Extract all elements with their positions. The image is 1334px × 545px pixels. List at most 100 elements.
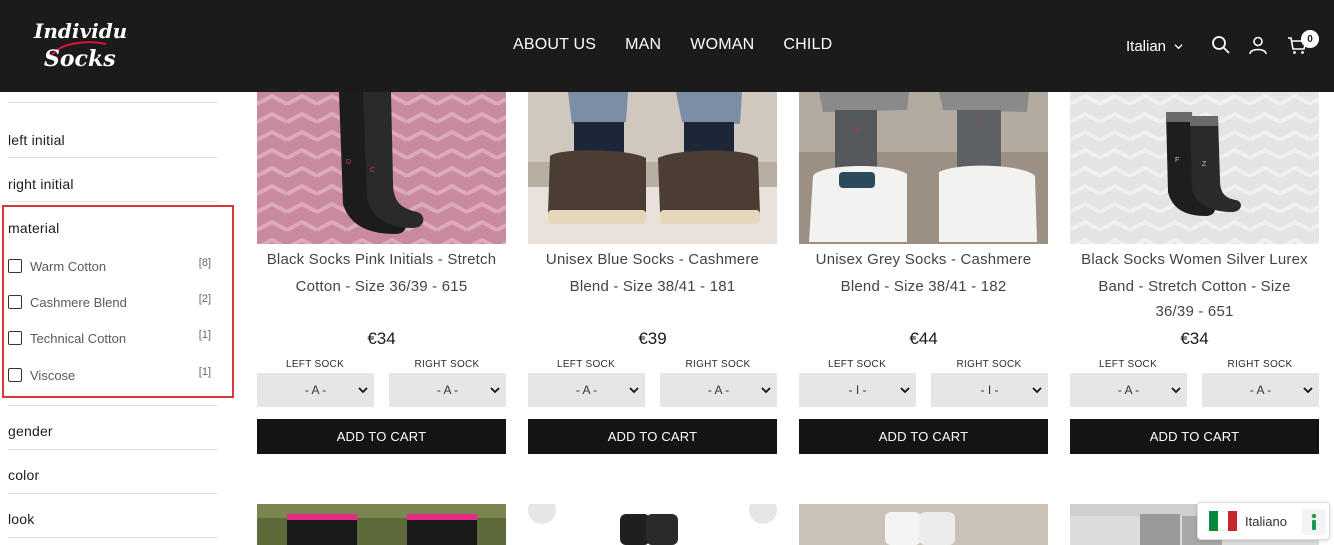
material-option-count: [1] bbox=[198, 329, 211, 341]
left-sock-label: LEFT SOCK bbox=[556, 359, 616, 370]
language-selector[interactable]: Italian bbox=[1126, 38, 1183, 55]
filter-right-initial[interactable]: right initial bbox=[8, 176, 74, 192]
checkbox[interactable] bbox=[8, 331, 22, 345]
filter-color[interactable]: color bbox=[8, 467, 39, 483]
chevron-down-icon bbox=[1171, 387, 1181, 394]
chevron-down-icon bbox=[1032, 387, 1042, 394]
divider bbox=[8, 157, 218, 158]
right-sock-value: - A - bbox=[707, 383, 730, 397]
product-image[interactable] bbox=[799, 504, 1048, 545]
chevron-down-icon bbox=[358, 387, 368, 394]
chevron-down-icon bbox=[1303, 387, 1313, 394]
svg-text:F: F bbox=[1175, 157, 1179, 164]
add-to-cart-button[interactable]: ADD TO CART bbox=[528, 419, 777, 454]
right-sock-select[interactable]: - A - bbox=[1202, 373, 1319, 407]
nav-about-us[interactable]: ABOUT US bbox=[513, 36, 596, 54]
left-sock-select[interactable]: - A - bbox=[528, 373, 645, 407]
filter-gender[interactable]: gender bbox=[8, 423, 53, 439]
left-sock-value: - I - bbox=[848, 383, 867, 397]
product-image[interactable]: D C bbox=[257, 92, 506, 244]
product-title[interactable]: Unisex Grey Socks - Cashmere Blend - Siz… bbox=[799, 246, 1048, 300]
checkbox[interactable] bbox=[8, 295, 22, 309]
info-icon[interactable] bbox=[1302, 509, 1326, 535]
account-icon[interactable] bbox=[1248, 35, 1268, 55]
material-option-label: Viscose bbox=[30, 368, 76, 383]
left-sock-label: LEFT SOCK bbox=[1098, 359, 1158, 370]
divider bbox=[8, 201, 218, 202]
right-sock-value: - A - bbox=[436, 383, 459, 397]
product-title-line: Band - Stretch Cotton - Size bbox=[1098, 278, 1291, 295]
material-option-label: Technical Cotton bbox=[30, 331, 127, 346]
product-title-line: Blend - Size 38/41 - 182 bbox=[840, 278, 1007, 295]
product-image[interactable] bbox=[528, 92, 777, 244]
chevron-down-icon bbox=[900, 387, 910, 394]
divider bbox=[8, 102, 218, 103]
divider bbox=[8, 537, 218, 538]
right-sock-label: RIGHT SOCK bbox=[685, 359, 751, 370]
product-title-line: Blend - Size 38/41 - 181 bbox=[569, 278, 736, 295]
product-card: R I Unisex Grey Socks - Cashmere Blend -… bbox=[799, 92, 1048, 456]
right-sock-label: RIGHT SOCK bbox=[1227, 359, 1293, 370]
chevron-down-icon bbox=[761, 387, 771, 394]
material-option-warm-cotton[interactable]: Warm Cotton [8] bbox=[8, 257, 213, 277]
filter-left-initial[interactable]: left initial bbox=[8, 132, 65, 148]
search-icon[interactable] bbox=[1211, 35, 1231, 55]
left-sock-value: - A - bbox=[575, 383, 598, 397]
right-sock-value: - I - bbox=[980, 383, 999, 397]
material-option-label: Cashmere Blend bbox=[30, 295, 127, 310]
product-image[interactable] bbox=[528, 504, 777, 545]
product-card: F Z Black Socks Women Silver Lurex Band … bbox=[1070, 92, 1319, 456]
cart-count-badge: 0 bbox=[1301, 30, 1319, 48]
language-switcher-widget[interactable]: Italiano bbox=[1197, 502, 1330, 540]
nav-man[interactable]: MAN bbox=[625, 36, 661, 54]
product-image[interactable]: F Z bbox=[1070, 92, 1319, 244]
chevron-down-icon bbox=[1174, 44, 1183, 50]
product-title-line: Unisex Grey Socks - Cashmere bbox=[815, 251, 1032, 268]
add-to-cart-button[interactable]: ADD TO CART bbox=[257, 419, 506, 454]
product-title-line: Unisex Blue Socks - Cashmere bbox=[545, 251, 760, 268]
left-sock-value: - A - bbox=[1117, 383, 1140, 397]
product-image[interactable] bbox=[257, 504, 506, 545]
svg-text:Socks: Socks bbox=[44, 46, 116, 72]
chevron-down-icon bbox=[629, 387, 639, 394]
add-to-cart-button[interactable]: ADD TO CART bbox=[799, 419, 1048, 454]
product-title[interactable]: Black Socks Pink Initials - Stretch Cott… bbox=[257, 246, 506, 300]
svg-text:R: R bbox=[855, 127, 860, 134]
nav-woman[interactable]: WOMAN bbox=[690, 36, 754, 54]
brand-logo[interactable]: Individual Socks bbox=[28, 14, 128, 74]
nav-child[interactable]: CHILD bbox=[783, 36, 832, 54]
divider bbox=[8, 449, 218, 450]
svg-text:D: D bbox=[346, 159, 351, 166]
divider bbox=[8, 405, 218, 406]
right-sock-select[interactable]: - A - bbox=[660, 373, 777, 407]
product-price: €39 bbox=[638, 329, 667, 348]
right-sock-select[interactable]: - A - bbox=[389, 373, 506, 407]
language-switcher-label: Italiano bbox=[1245, 514, 1287, 529]
left-sock-select[interactable]: - A - bbox=[257, 373, 374, 407]
product-title-line: Cotton - Size 36/39 - 615 bbox=[295, 278, 468, 295]
material-option-viscose[interactable]: Viscose [1] bbox=[8, 366, 213, 386]
product-title[interactable]: Black Socks Women Silver Lurex Band - St… bbox=[1070, 246, 1319, 324]
site-header: Individual Socks ABOUT US MAN WOMAN CHIL… bbox=[0, 0, 1334, 92]
product-image[interactable]: R I bbox=[799, 92, 1048, 244]
checkbox[interactable] bbox=[8, 368, 22, 382]
material-option-technical-cotton[interactable]: Technical Cotton [1] bbox=[8, 329, 213, 349]
filter-look[interactable]: look bbox=[8, 511, 34, 527]
material-option-cashmere-blend[interactable]: Cashmere Blend [2] bbox=[8, 293, 213, 313]
material-option-count: [8] bbox=[198, 257, 211, 269]
left-sock-label: LEFT SOCK bbox=[827, 359, 887, 370]
divider bbox=[8, 493, 218, 494]
add-to-cart-button[interactable]: ADD TO CART bbox=[1070, 419, 1319, 454]
left-sock-select[interactable]: - I - bbox=[799, 373, 916, 407]
left-sock-select[interactable]: - A - bbox=[1070, 373, 1187, 407]
filter-material[interactable]: material bbox=[8, 220, 59, 236]
right-sock-select[interactable]: - I - bbox=[931, 373, 1048, 407]
right-sock-label: RIGHT SOCK bbox=[956, 359, 1022, 370]
product-title-line: 36/39 - 651 bbox=[1155, 303, 1234, 320]
left-sock-label: LEFT SOCK bbox=[285, 359, 345, 370]
chevron-down-icon bbox=[490, 387, 500, 394]
checkbox[interactable] bbox=[8, 259, 22, 273]
product-title[interactable]: Unisex Blue Socks - Cashmere Blend - Siz… bbox=[528, 246, 777, 300]
svg-text:I: I bbox=[977, 121, 979, 128]
product-price: €44 bbox=[909, 329, 938, 348]
